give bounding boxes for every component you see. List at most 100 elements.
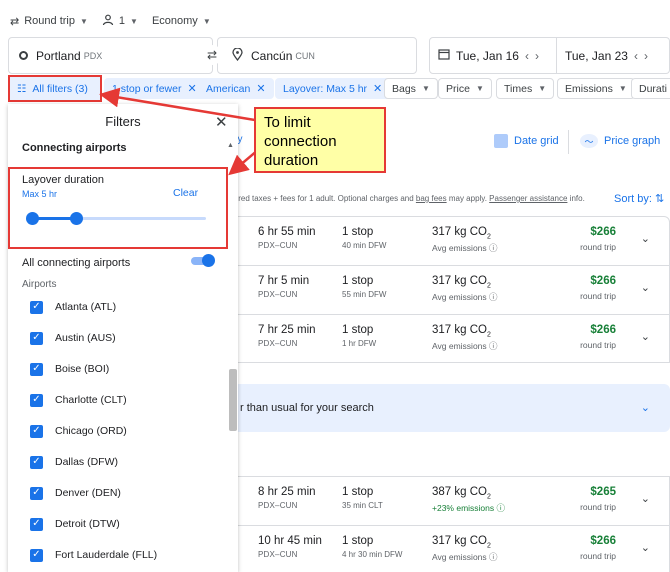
fees-end: info. bbox=[569, 194, 585, 203]
flight-price: $266 bbox=[590, 275, 616, 287]
checkbox-checked-icon[interactable]: ✓ bbox=[30, 517, 43, 531]
clear-layover-button[interactable]: Clear bbox=[173, 187, 198, 199]
layover-chip[interactable]: Layover: Max 5 hr ✕ bbox=[275, 78, 391, 99]
checkbox-checked-icon[interactable]: ✓ bbox=[30, 331, 43, 345]
airport-option[interactable]: ✓ Dallas (DFW) bbox=[30, 454, 118, 470]
price-graph-button[interactable]: 〜 Price graph bbox=[580, 134, 660, 148]
checkbox-checked-icon[interactable]: ✓ bbox=[30, 486, 43, 500]
checkbox-checked-icon[interactable]: ✓ bbox=[30, 424, 43, 438]
layover-chip-label: Layover: Max 5 hr bbox=[283, 82, 368, 95]
chevron-down-icon[interactable]: ⌄ bbox=[641, 541, 650, 554]
flight-route: PDX–CUN bbox=[258, 339, 298, 348]
swap-locations-button[interactable]: ⇄ bbox=[202, 45, 222, 65]
airport-option[interactable]: ✓ Austin (AUS) bbox=[30, 330, 116, 346]
prev-date-icon[interactable]: ‹ bbox=[525, 49, 529, 63]
chevron-down-icon[interactable]: ⌄ bbox=[641, 232, 650, 245]
layover-duration-title: Layover duration bbox=[22, 174, 104, 186]
chevron-down-icon[interactable]: ⌄ bbox=[641, 281, 650, 294]
destination-input[interactable]: Cancún CUN bbox=[217, 37, 417, 74]
times-chip[interactable]: Times ▼ bbox=[496, 78, 555, 99]
origin-input[interactable]: Portland PDX bbox=[8, 37, 213, 74]
price-type: round trip bbox=[580, 551, 616, 561]
stops-chip-label: 1 stop or fewer bbox=[112, 82, 182, 95]
depart-date-field[interactable]: Tue, Jan 16 ‹ › bbox=[429, 37, 557, 74]
info-banner[interactable]: r than usual for your search ⌄ bbox=[228, 384, 670, 432]
close-icon[interactable]: ✕ bbox=[215, 113, 228, 131]
airport-name: Denver (DEN) bbox=[55, 487, 121, 499]
flight-row[interactable]: 7 hr 5 min PDX–CUN 1 stop 55 min DFW 317… bbox=[228, 265, 670, 314]
all-connecting-airports-label: All connecting airports bbox=[22, 257, 131, 269]
airport-option[interactable]: ✓ Fort Lauderdale (FLL) bbox=[30, 547, 157, 563]
close-icon[interactable]: ✕ bbox=[187, 82, 196, 95]
fees-text: uired taxes + fees for 1 adult. Optional… bbox=[232, 194, 414, 203]
scroll-up-icon[interactable]: ▲ bbox=[227, 142, 234, 149]
checkbox-checked-icon[interactable]: ✓ bbox=[30, 455, 43, 469]
flight-co2: 317 kg CO2 bbox=[432, 324, 491, 339]
airport-name: Chicago (ORD) bbox=[55, 425, 127, 437]
sort-arrows-icon: ⇅ bbox=[654, 193, 665, 205]
return-date-field[interactable]: Tue, Jan 23 ‹ › bbox=[557, 37, 670, 74]
flight-row[interactable]: 6 hr 55 min PDX–CUN 1 stop 40 min DFW 31… bbox=[228, 216, 670, 265]
chevron-down-icon[interactable]: ⌄ bbox=[641, 330, 650, 343]
airline-chip[interactable]: American ✕ bbox=[198, 78, 274, 99]
trip-type-select[interactable]: ⇄ Round trip ▼ bbox=[10, 15, 88, 28]
close-icon[interactable]: ✕ bbox=[256, 82, 265, 95]
bags-chip[interactable]: Bags ▼ bbox=[384, 78, 438, 99]
chart-line-icon: 〜 bbox=[580, 134, 598, 148]
passenger-select[interactable]: 1 ▼ bbox=[102, 14, 138, 29]
airport-option[interactable]: ✓ Denver (DEN) bbox=[30, 485, 121, 501]
checkbox-checked-icon[interactable]: ✓ bbox=[30, 362, 43, 376]
passenger-assistance-link[interactable]: Passenger assistance bbox=[489, 194, 567, 203]
flight-co2: 317 kg CO2 bbox=[432, 275, 491, 290]
sort-by-button[interactable]: Sort by: ⇅ bbox=[614, 192, 664, 205]
flight-emissions: +23% emissions ⓘ bbox=[432, 503, 505, 513]
layover-slider-max-handle[interactable] bbox=[69, 212, 83, 225]
next-date-icon[interactable]: › bbox=[644, 49, 648, 63]
fees-note: uired taxes + fees for 1 adult. Optional… bbox=[232, 194, 585, 203]
flight-stops: 1 stop bbox=[342, 275, 374, 287]
price-chip[interactable]: Price ▼ bbox=[438, 78, 492, 99]
flight-row[interactable]: 10 hr 45 min PDX–CUN 1 stop 4 hr 30 min … bbox=[228, 525, 670, 572]
airport-option[interactable]: ✓ Chicago (ORD) bbox=[30, 423, 127, 439]
airport-option[interactable]: ✓ Atlanta (ATL) bbox=[30, 299, 116, 315]
connecting-airports-heading: Connecting airports bbox=[22, 142, 127, 154]
airport-option[interactable]: ✓ Detroit (DTW) bbox=[30, 516, 120, 532]
bag-fees-link[interactable]: bag fees bbox=[416, 194, 447, 203]
close-icon[interactable]: ✕ bbox=[373, 82, 382, 95]
co2-value: 317 kg CO bbox=[432, 535, 487, 547]
flight-layover: 40 min DFW bbox=[342, 241, 387, 250]
prev-date-icon[interactable]: ‹ bbox=[634, 49, 638, 63]
checkbox-checked-icon[interactable]: ✓ bbox=[30, 548, 43, 562]
price-type: round trip bbox=[580, 340, 616, 350]
checkbox-checked-icon[interactable]: ✓ bbox=[30, 300, 43, 314]
swap-arrows-icon: ⇄ bbox=[10, 15, 20, 28]
flight-row[interactable]: 7 hr 25 min PDX–CUN 1 stop 1 hr DFW 317 … bbox=[228, 314, 670, 363]
airport-name: Boise (BOI) bbox=[55, 363, 110, 375]
airport-option[interactable]: ✓ Boise (BOI) bbox=[30, 361, 109, 377]
airport-option[interactable]: ✓ Charlotte (CLT) bbox=[30, 392, 127, 408]
layover-slider-min-handle[interactable] bbox=[25, 212, 39, 225]
date-grid-button[interactable]: Date grid bbox=[494, 134, 559, 148]
checkbox-checked-icon[interactable]: ✓ bbox=[30, 393, 43, 407]
chevron-down-icon[interactable]: ⌄ bbox=[641, 492, 650, 505]
airport-name: Detroit (DTW) bbox=[55, 518, 120, 530]
flight-emissions: Avg emissions ⓘ bbox=[432, 341, 498, 351]
stops-chip[interactable]: 1 stop or fewer ✕ bbox=[104, 78, 205, 99]
all-connecting-airports-toggle[interactable] bbox=[191, 254, 215, 267]
flight-price: $265 bbox=[590, 486, 616, 498]
all-filters-button[interactable]: ☷ All filters (3) bbox=[8, 75, 102, 102]
flight-row[interactable]: 8 hr 25 min PDX–CUN 1 stop 35 min CLT 38… bbox=[228, 476, 670, 525]
emissions-chip[interactable]: Emissions ▼ bbox=[557, 78, 635, 99]
flight-layover: 55 min DFW bbox=[342, 290, 387, 299]
panel-scrollbar[interactable] bbox=[229, 369, 237, 431]
cabin-select[interactable]: Economy ▼ bbox=[152, 15, 211, 27]
banner-text: r than usual for your search bbox=[240, 402, 374, 414]
origin-circle-icon bbox=[19, 51, 28, 60]
next-date-icon[interactable]: › bbox=[535, 49, 539, 63]
price-chip-label: Price bbox=[446, 82, 470, 95]
duration-chip[interactable]: Durati bbox=[631, 78, 670, 99]
chevron-down-icon[interactable]: ⌄ bbox=[641, 401, 650, 414]
flight-stops: 1 stop bbox=[342, 486, 374, 498]
co2-value: 317 kg CO bbox=[432, 275, 487, 287]
filters-title: Filters bbox=[105, 114, 141, 129]
